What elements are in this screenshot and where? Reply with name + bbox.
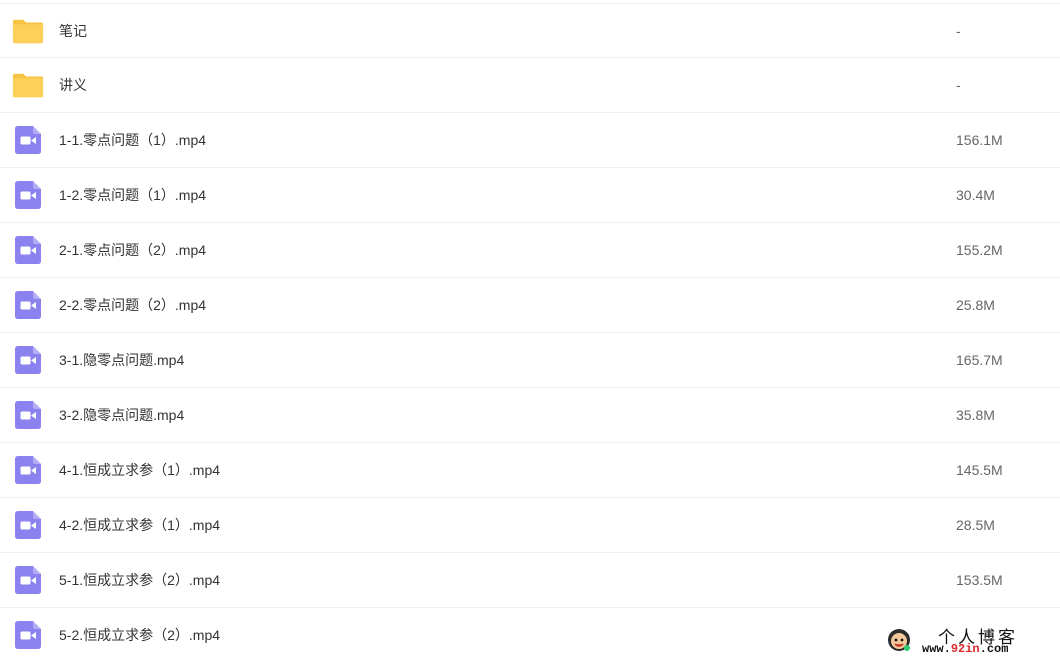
video-file-icon [12,454,44,486]
file-name[interactable]: 2-2.零点问题（2）.mp4 [59,295,206,315]
file-size: 155.2M [956,242,1003,258]
file-row[interactable]: 讲义 - [0,58,1060,113]
file-row[interactable]: 3-2.隐零点问题.mp4 35.8M [0,388,1060,443]
watermark-url-prefix: www. [922,642,951,656]
file-row[interactable]: 2-1.零点问题（2）.mp4 155.2M [0,223,1060,278]
file-row[interactable]: 2-2.零点问题（2）.mp4 25.8M [0,278,1060,333]
file-row[interactable]: 1-1.零点问题（1）.mp4 156.1M [0,113,1060,168]
file-row[interactable]: 5-1.恒成立求参（2）.mp4 153.5M [0,553,1060,608]
video-file-icon [12,509,44,541]
folder-icon [12,15,44,47]
file-name[interactable]: 2-1.零点问题（2）.mp4 [59,240,206,260]
file-size: 25.8M [956,297,995,313]
file-name[interactable]: 4-2.恒成立求参（1）.mp4 [59,515,220,535]
file-row[interactable]: 4-2.恒成立求参（1）.mp4 28.5M [0,498,1060,553]
video-file-icon [12,124,44,156]
file-row[interactable]: 1-2.零点问题（1）.mp4 30.4M [0,168,1060,223]
video-file-icon [12,564,44,596]
folder-icon [12,69,44,101]
file-size: 30.4M [956,187,995,203]
watermark-url-accent: 92in [950,642,980,656]
watermark-url-suffix: .com [979,642,1009,656]
file-size: 165.7M [956,352,1003,368]
watermark: 个人博客 www.92in.com [884,622,1060,662]
file-name[interactable]: 5-2.恒成立求参（2）.mp4 [59,625,220,645]
file-name[interactable]: 讲义 [59,75,87,95]
file-size: 156.1M [956,132,1003,148]
file-name[interactable]: 1-2.零点问题（1）.mp4 [59,185,206,205]
file-name[interactable]: 1-1.零点问题（1）.mp4 [59,130,206,150]
file-size: 153.5M [956,572,1003,588]
file-size: 35.8M [956,407,995,423]
video-file-icon [12,289,44,321]
file-name[interactable]: 4-1.恒成立求参（1）.mp4 [59,460,220,480]
cartoon-avatar-icon [888,629,910,651]
file-row[interactable]: 3-1.隐零点问题.mp4 165.7M [0,333,1060,388]
file-size: 145.5M [956,462,1003,478]
file-name[interactable]: 3-2.隐零点问题.mp4 [59,405,184,425]
file-name[interactable]: 3-1.隐零点问题.mp4 [59,350,184,370]
file-list: 笔记 - 讲义 - 1-1.零点问题（1）.mp4 156.1M 1-2.零点问题（1）.m… [0,0,1060,662]
video-file-icon [12,344,44,376]
video-file-icon [12,179,44,211]
file-size: 28.5M [956,517,995,533]
file-row[interactable]: 笔记 - [0,3,1060,58]
video-file-icon [12,619,44,651]
watermark-url: www.92in.com [922,642,1008,656]
video-file-icon [12,234,44,266]
file-size: - [956,77,961,93]
file-row[interactable]: 4-1.恒成立求参（1）.mp4 145.5M [0,443,1060,498]
video-file-icon [12,399,44,431]
file-name[interactable]: 笔记 [59,21,87,41]
file-name[interactable]: 5-1.恒成立求参（2）.mp4 [59,570,220,590]
file-size: - [956,22,961,39]
